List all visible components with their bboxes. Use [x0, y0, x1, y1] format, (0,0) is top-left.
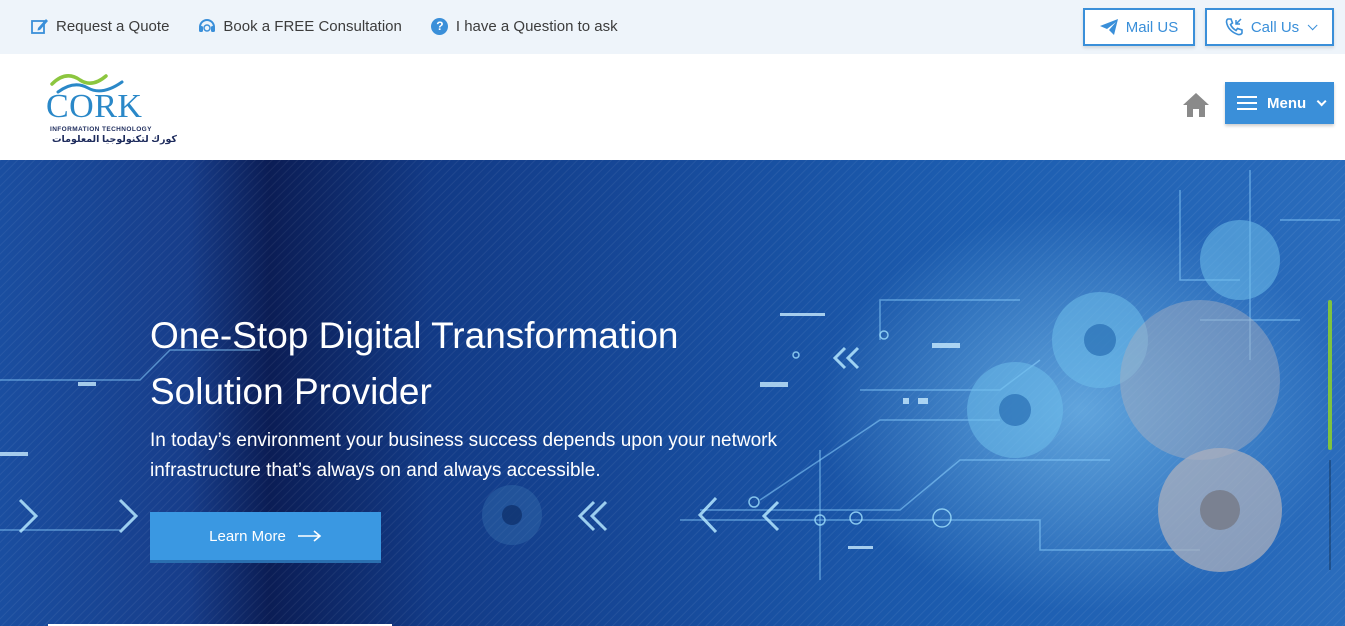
top-bar: Request a Quote Book a FREE Consultation…	[0, 0, 1345, 54]
site-header: CORK INFORMATION TECHNOLOGY كورك لتكنولو…	[0, 54, 1345, 160]
arrow-right-icon	[297, 530, 322, 542]
learn-more-label: Learn More	[209, 527, 286, 545]
logo-arabic-text: كورك لتكنولوجيا المعلومات	[52, 134, 177, 145]
request-quote-label: Request a Quote	[56, 17, 170, 35]
question-icon: ?	[430, 16, 450, 36]
menu-button[interactable]: Menu	[1225, 82, 1334, 124]
home-icon[interactable]	[1181, 91, 1211, 119]
ask-question-label: I have a Question to ask	[455, 17, 618, 35]
hero-subtitle: In today’s environment your business suc…	[150, 430, 778, 481]
chevron-down-icon	[1316, 95, 1327, 106]
phone-icon	[1225, 18, 1243, 36]
logo-subtitle: INFORMATION TECHNOLOGY	[50, 126, 152, 133]
slider-progress-indicator	[1328, 300, 1332, 450]
hero-title-line-2: Solution Provider	[150, 371, 432, 412]
question-glyph: ?	[431, 17, 449, 35]
cork-logo[interactable]: CORK INFORMATION TECHNOLOGY كورك لتكنولو…	[44, 68, 177, 148]
call-us-label: Call Us	[1250, 18, 1300, 36]
call-us-button[interactable]: Call Us	[1205, 8, 1334, 46]
request-quote-link[interactable]: Request a Quote	[30, 16, 169, 36]
edit-icon	[30, 16, 50, 36]
hero-title: One-Stop Digital Transformation Solution…	[150, 308, 790, 420]
mail-us-button[interactable]: Mail US	[1083, 8, 1195, 46]
menu-label: Menu	[1267, 94, 1307, 112]
headset-icon	[197, 16, 217, 36]
learn-more-button[interactable]: Learn More	[150, 512, 381, 560]
paper-plane-icon	[1099, 19, 1118, 35]
logo-wordmark: CORK	[46, 88, 143, 125]
book-consultation-link[interactable]: Book a FREE Consultation	[197, 16, 402, 36]
hero-title-line-1: One-Stop Digital Transformation	[150, 315, 679, 356]
book-consultation-label: Book a FREE Consultation	[223, 17, 402, 35]
ask-question-link[interactable]: ? I have a Question to ask	[430, 16, 618, 36]
top-links: Request a Quote Book a FREE Consultation…	[30, 16, 646, 36]
hero-banner: One-Stop Digital Transformation Solution…	[0, 160, 1345, 626]
slider-progress-track	[1329, 460, 1331, 570]
mail-us-label: Mail US	[1125, 18, 1179, 36]
chevron-down-icon	[1307, 19, 1318, 30]
hamburger-icon	[1237, 92, 1257, 114]
